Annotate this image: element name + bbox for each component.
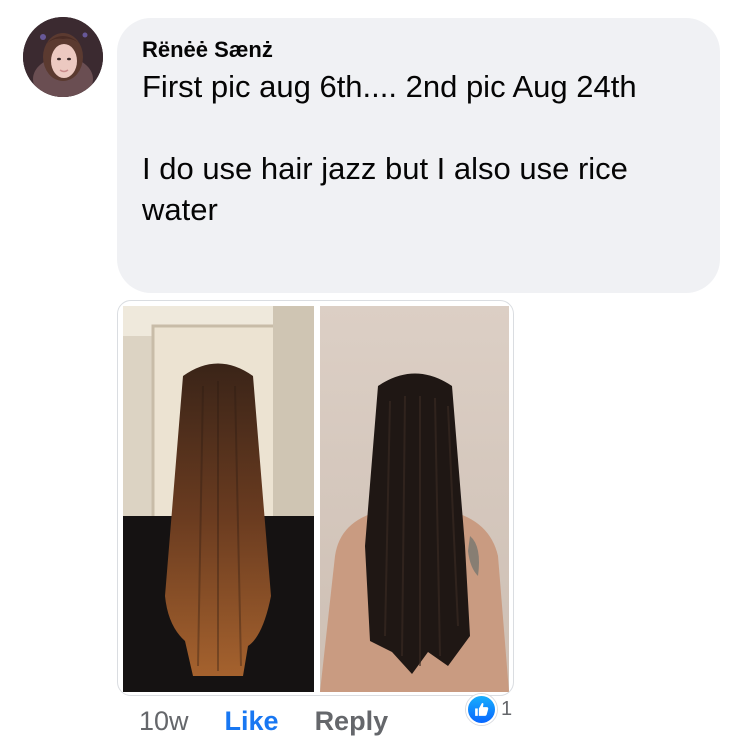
first-photo xyxy=(123,306,314,692)
comment-bubble: Rënėė Sænż First pic aug 6th.... 2nd pic… xyxy=(117,18,720,293)
like-icon xyxy=(466,693,497,725)
second-photo xyxy=(320,306,509,692)
comment-line-1: First pic aug 6th.... 2nd pic Aug 24th xyxy=(142,69,637,104)
avatar[interactable] xyxy=(23,17,103,97)
comment-author[interactable]: Rënėė Sænż xyxy=(142,34,696,66)
attached-image[interactable] xyxy=(117,300,514,696)
reaction-count: 1 xyxy=(501,697,513,720)
like-button[interactable]: Like xyxy=(225,706,279,737)
comment-actions: 10w Like Reply xyxy=(139,702,388,740)
reaction-summary[interactable]: 1 xyxy=(466,693,513,725)
profile-picture xyxy=(23,17,103,97)
comment-timestamp[interactable]: 10w xyxy=(139,706,189,737)
comment-text: First pic aug 6th.... 2nd pic Aug 24th I… xyxy=(142,66,696,230)
reply-button[interactable]: Reply xyxy=(315,706,389,737)
comment-line-2: I do use hair jazz but I also use rice w… xyxy=(142,151,628,227)
